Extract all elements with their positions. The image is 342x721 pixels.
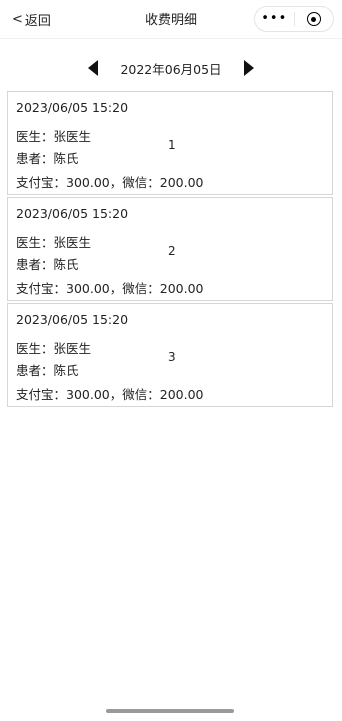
record-doctor: 医生：张医生 <box>16 341 92 356</box>
home-indicator <box>106 709 234 713</box>
record-index: 1 <box>168 138 176 152</box>
record-doctor: 医生：张医生 <box>16 235 92 250</box>
record-payment: 支付宝：300.00，微信：200.00 <box>16 175 204 190</box>
date-selector: 2022年06月05日 <box>0 55 342 81</box>
screen: < 返回 收费明细 ••• 2022年06月05日 2023/06/05 15:… <box>0 0 342 721</box>
record-payment: 支付宝：300.00，微信：200.00 <box>16 281 204 296</box>
more-options-icon[interactable]: ••• <box>255 7 294 31</box>
record-doctor: 医生：张医生 <box>16 129 92 144</box>
next-date-arrow-icon[interactable] <box>243 60 254 76</box>
close-circle-icon <box>306 12 321 26</box>
record-patient: 患者：陈氏 <box>16 363 79 378</box>
record-patient: 患者：陈氏 <box>16 151 79 166</box>
previous-date-arrow-icon[interactable] <box>88 60 99 76</box>
charge-record-item[interactable]: 2023/06/05 15:20 医生：张医生 患者：陈氏 支付宝：300.00… <box>7 303 333 407</box>
close-mini-program-button[interactable] <box>295 12 334 26</box>
record-patient: 患者：陈氏 <box>16 257 79 272</box>
current-date: 2022年06月05日 <box>120 61 222 77</box>
record-index: 3 <box>168 350 176 364</box>
mini-program-capsule: ••• <box>254 6 334 32</box>
charge-record-item[interactable]: 2023/06/05 15:20 医生：张医生 患者：陈氏 支付宝：300.00… <box>7 91 333 195</box>
charge-record-item[interactable]: 2023/06/05 15:20 医生：张医生 患者：陈氏 支付宝：300.00… <box>7 197 333 301</box>
record-datetime: 2023/06/05 15:20 <box>16 312 129 327</box>
record-payment: 支付宝：300.00，微信：200.00 <box>16 387 204 402</box>
record-datetime: 2023/06/05 15:20 <box>16 100 129 115</box>
record-index: 2 <box>168 244 176 258</box>
charge-record-list: 2023/06/05 15:20 医生：张医生 患者：陈氏 支付宝：300.00… <box>7 91 333 409</box>
record-datetime: 2023/06/05 15:20 <box>16 206 129 221</box>
navigation-bar: < 返回 收费明细 ••• <box>0 0 342 39</box>
